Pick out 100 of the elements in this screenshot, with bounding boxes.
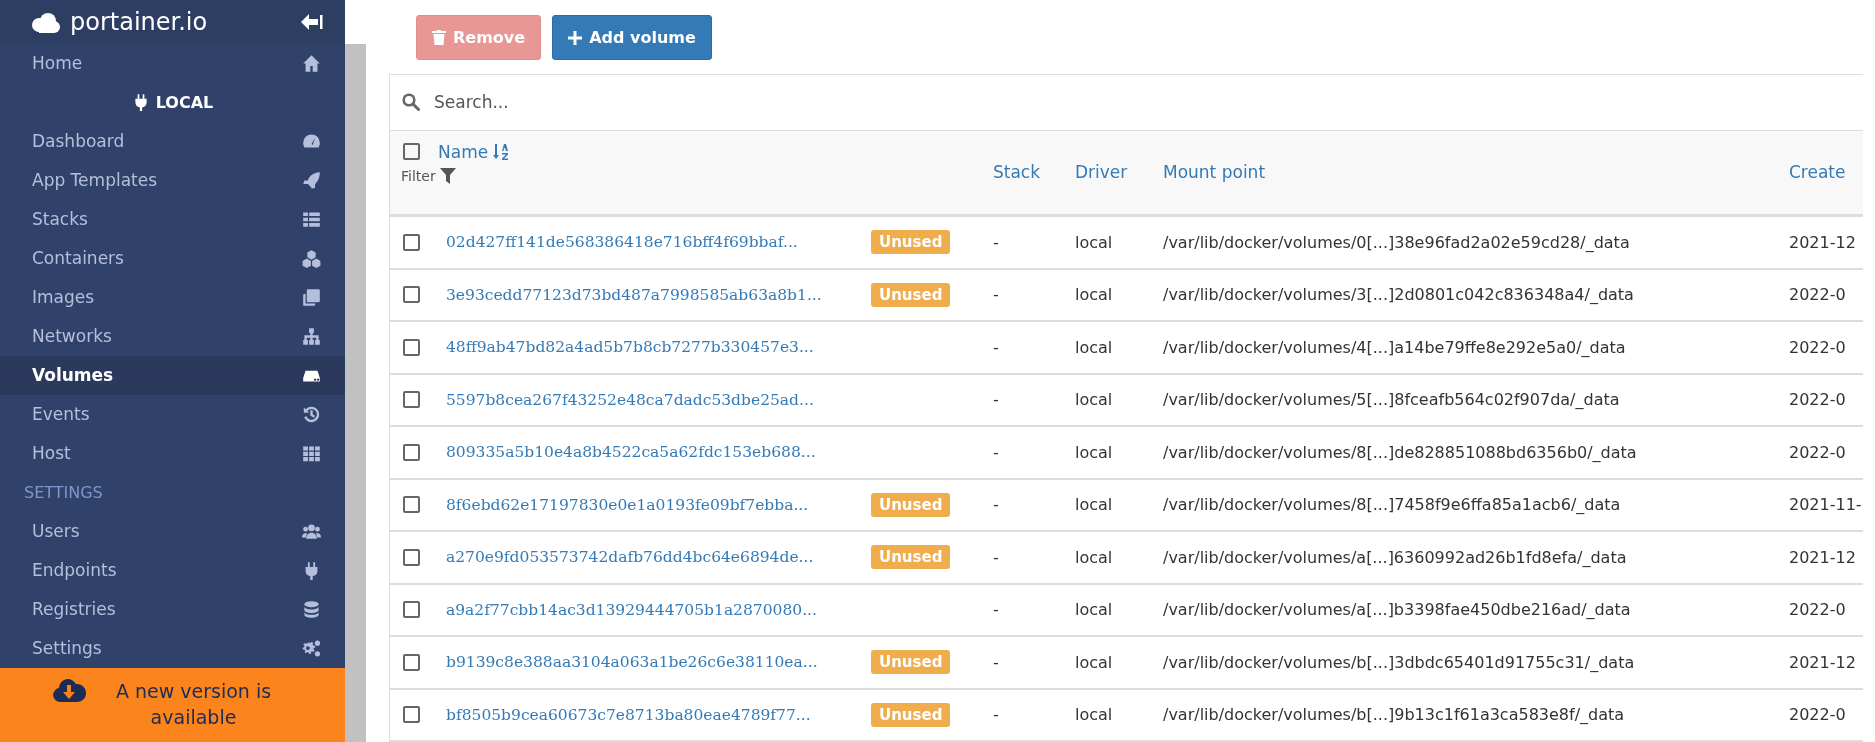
column-header[interactable]: Name [438, 141, 510, 162]
table-cell-text: - [993, 442, 1000, 462]
volume-name-link[interactable]: bf8505b9cea60673c7e8713ba80eae4789f77... [446, 705, 871, 724]
trash-icon [432, 30, 446, 45]
table-cell-text: - [993, 652, 1000, 672]
database-icon [302, 599, 321, 619]
table-cell-text: local [1075, 705, 1114, 725]
table-cell-text: /var/lib/docker/volumes/8[...]de828851088bd6356b0/_data [1163, 442, 1638, 462]
table-cell-text: - [993, 390, 1000, 410]
update-banner[interactable]: A new version is available [0, 667, 345, 742]
volume-name-link[interactable]: a9a2f77cbb14ac3d13929444705b1a2870080... [446, 600, 871, 619]
table-cell-text: /var/lib/docker/volumes/0[...]38e96fad2a02e59cd28/_data [1163, 232, 1631, 252]
volume-name-link[interactable]: 02d427ff141de568386418e716bff4f69bbaf... [446, 233, 871, 252]
table-cell-text: local [1075, 652, 1114, 672]
sort-icon [493, 142, 510, 161]
plus-icon [568, 30, 583, 45]
sidebar-item[interactable]: Networks [0, 316, 345, 356]
table-cell-text: /var/lib/docker/volumes/3[...]2d0801c042c836348a4/_data [1163, 285, 1635, 305]
table-cell-text: /var/lib/docker/volumes/4[...]a14be79ffe8e292e5a0/_data [1163, 337, 1627, 357]
add-volume-button[interactable]: Add volume [552, 15, 712, 60]
sidebar-item[interactable]: Volumes [0, 355, 345, 395]
checkbox[interactable] [403, 143, 420, 161]
checkbox[interactable] [403, 233, 420, 251]
table-cell: 2021-11- [1789, 495, 1863, 515]
table-cell-text: 2022-0 [1789, 337, 1847, 357]
endpoint-name: LOCAL [155, 92, 214, 112]
grid-icon [302, 443, 321, 463]
column-header[interactable]: Mount point [1163, 162, 1789, 183]
status-badge: Unused [871, 282, 951, 307]
sidebar-item[interactable]: Containers [0, 238, 345, 278]
status-badge: Unused [871, 230, 951, 255]
checkbox[interactable] [403, 286, 420, 304]
list-icon [302, 209, 321, 229]
rocket-icon [302, 170, 321, 190]
collapse-arrow-icon[interactable] [301, 12, 325, 32]
status-badge: Unused [871, 650, 951, 675]
volume-name-link[interactable]: 809335a5b10e4a8b4522ca5a62fdc153eb688... [446, 443, 871, 462]
table-cell-text: - [993, 705, 1000, 725]
sidebar-item[interactable]: Home [0, 44, 345, 83]
checkbox[interactable] [403, 601, 420, 619]
volume-name-link[interactable]: b9139c8e388aa3104a063a1be26c6e38110ea... [446, 653, 871, 672]
sidebar-item[interactable]: Images [0, 277, 345, 317]
volume-name-link[interactable]: 48ff9ab47bd82a4ad5b7b8cb7277b330457e3... [446, 338, 871, 357]
sidebar-item[interactable]: Registries [0, 589, 345, 629]
column-header[interactable]: Stack [993, 162, 1075, 183]
table-cell-text: - [993, 285, 1000, 305]
status-badge: Unused [871, 702, 951, 727]
volume-name-link[interactable]: a270e9fd053573742dafb76dd4bc64e6894de... [446, 548, 871, 567]
table-cell-text: /var/lib/docker/volumes/8[...]7458f9e6ffa85a1acb6/_data [1163, 495, 1622, 515]
sidebar-item[interactable]: Host [0, 433, 345, 473]
checkbox[interactable] [403, 443, 420, 461]
table-cell-text: 2022-0 [1789, 705, 1847, 725]
scrollbar-track[interactable] [345, 44, 366, 742]
column-header[interactable]: Create [1789, 162, 1863, 183]
status-badge: Unused [871, 492, 951, 517]
home-icon [302, 54, 321, 73]
filter-icon[interactable] [439, 167, 456, 184]
table-cell-text: 2022-0 [1789, 390, 1847, 410]
table-cell-text: 2022-0 [1789, 285, 1847, 305]
table-cell-text: local [1075, 547, 1114, 567]
table-cell-text: /var/lib/docker/volumes/a[...]b3398fae450dbe216ad/_data [1163, 600, 1632, 620]
checkbox[interactable] [403, 496, 420, 514]
table-cell-text: 2021-12 [1789, 652, 1857, 672]
sidebar-item[interactable]: Users [0, 511, 345, 551]
volume-name-link[interactable]: 5597b8cea267f43252e48ca7dadc53dbe25ad... [446, 390, 871, 409]
sidebar-item[interactable]: Events [0, 394, 345, 434]
checkbox[interactable] [403, 391, 420, 409]
table-cell-text: - [993, 600, 1000, 620]
checkbox[interactable] [403, 653, 420, 671]
checkbox[interactable] [403, 706, 420, 724]
sidebar-item[interactable]: Settings [0, 628, 345, 668]
table-cell-text: /var/lib/docker/volumes/5[...]8fceafb564c02f907da/_data [1163, 390, 1621, 410]
volume-name-link[interactable]: 8f6ebd62e17197830e0e1a0193fe09bf7ebba... [446, 495, 871, 514]
status-badge: Unused [871, 545, 951, 570]
volume-name-link[interactable]: 3e93cedd77123d73bd487a7998585ab63a8b1... [446, 285, 871, 304]
table-cell-text: - [993, 495, 1000, 515]
table-cell-text: 2022-0 [1789, 442, 1847, 462]
sidebar-item[interactable]: Dashboard [0, 121, 345, 161]
column-header[interactable]: Driver [1075, 162, 1163, 183]
sidebar-item[interactable]: Endpoints [0, 550, 345, 590]
table-cell-text: 2022-0 [1789, 600, 1847, 620]
table-cell-text: local [1075, 600, 1114, 620]
filter-label[interactable]: Filter [401, 167, 436, 184]
checkbox[interactable] [403, 548, 420, 566]
cubes-icon [302, 248, 321, 268]
table-cell-text: - [993, 232, 1000, 252]
table-cell-text: local [1075, 390, 1114, 410]
sidebar-item[interactable]: Stacks [0, 199, 345, 239]
logo-text: portainer.io [70, 8, 208, 36]
search-icon [402, 93, 420, 112]
update-text: A new version is available [114, 678, 273, 731]
copy-icon [302, 287, 321, 307]
table-cell-text: /var/lib/docker/volumes/b[...]3dbdc65401d91755c31/_data [1163, 652, 1636, 672]
checkbox[interactable] [403, 338, 420, 356]
cloud-download-icon [51, 677, 86, 704]
table-cell-text: local [1075, 442, 1114, 462]
network-icon [302, 326, 321, 346]
table-cell-text: local [1075, 337, 1114, 357]
table-cell-text: /var/lib/docker/volumes/a[...]6360992ad26b1fd8efa/_data [1163, 547, 1628, 567]
sidebar-item[interactable]: App Templates [0, 160, 345, 200]
